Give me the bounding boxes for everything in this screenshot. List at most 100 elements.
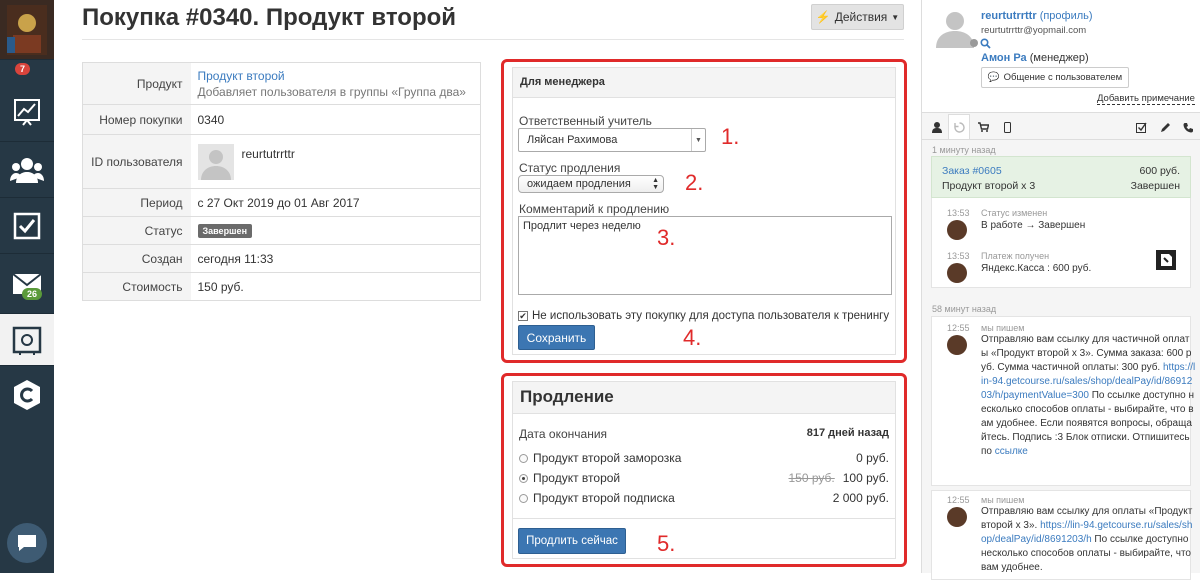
message-avatar [947, 507, 967, 527]
user-sidebar: reurtutrrttr (профиль) reurtutrrttr@yopm… [921, 0, 1200, 580]
renewal-panel-title: Продление [513, 382, 895, 414]
event-avatar [947, 263, 967, 283]
account-avatar[interactable] [0, 0, 54, 60]
number-label: Номер покупки [82, 104, 191, 135]
option-price: 2 000 руб. [832, 491, 889, 505]
event-title: Платеж получен [981, 251, 1050, 261]
radio-button-selected[interactable] [519, 474, 528, 483]
event-title: Статус изменен [981, 208, 1048, 218]
mail-badge: 26 [22, 288, 43, 300]
option-price: 100 руб. [842, 471, 889, 485]
phone-tab-icon[interactable] [1177, 118, 1199, 136]
purchase-info-table: Продукт Продукт второй Добавляет пользов… [82, 62, 481, 301]
user-tab-icon[interactable] [926, 118, 948, 136]
period-label: Период [82, 188, 191, 217]
comment-icon: 💬 [987, 72, 1000, 83]
profile-link[interactable]: (профиль) [1040, 10, 1093, 22]
cost-value: 150 руб. [190, 272, 481, 301]
message-time: 12:55 [947, 323, 970, 333]
feed-time-label: 1 минуту назад [932, 145, 996, 155]
product-link[interactable]: Продукт второй [198, 69, 285, 83]
event-avatar [947, 220, 967, 240]
product-label: Продукт [82, 62, 191, 105]
user-label: ID пользователя [82, 134, 191, 189]
history-tab-icon[interactable] [948, 114, 970, 139]
add-note-link[interactable]: Добавить примечание [1097, 93, 1195, 105]
created-label: Создан [82, 244, 191, 273]
stats-icon[interactable] [0, 82, 54, 142]
order-item: Продукт второй x 3 [942, 180, 1036, 192]
mail-icon[interactable] [0, 254, 54, 314]
cost-label: Стоимость [82, 272, 191, 301]
manager-panel-title: Для менеджера [513, 68, 895, 98]
save-button[interactable]: Сохранить [518, 325, 595, 350]
status-label: Статус [82, 216, 191, 245]
purchase-number: 0340 [190, 104, 481, 135]
message-author: мы пишем [981, 323, 1025, 333]
cart-tab-icon[interactable] [972, 118, 994, 136]
event-body: Яндекс.Касса : 600 руб. [981, 263, 1092, 274]
pencil-tab-icon[interactable] [1154, 118, 1176, 136]
renew-now-button[interactable]: Продлить сейчас [518, 528, 626, 554]
payment-provider-icon [1156, 250, 1176, 270]
page-title: Покупка #0340. Продукт второй [82, 4, 457, 31]
end-date-label: Дата окончания [519, 427, 608, 441]
profile-avatar[interactable] [932, 8, 978, 48]
caret-down-icon: ▼ [891, 12, 900, 22]
users-icon[interactable] [0, 142, 54, 198]
event-body: В работе → Завершен [981, 220, 1086, 231]
renewal-status-label: Статус продления [519, 161, 621, 175]
renewal-option[interactable]: Продукт второй заморозка [519, 451, 681, 465]
search-icon[interactable] [980, 38, 991, 52]
event-time: 13:53 [947, 251, 970, 261]
teacher-select[interactable]: Ляйсан Рахимова ▼ [518, 128, 706, 152]
comment-textarea[interactable]: Продлит через неделю [518, 216, 892, 295]
actions-button[interactable]: ⚡ Действия ▼ [811, 4, 904, 30]
manager-role: (менеджер) [1029, 52, 1089, 64]
checkbox-tab-icon[interactable] [1130, 118, 1152, 136]
end-date-value: 817 дней назад [806, 427, 889, 439]
mobile-tab-icon[interactable] [996, 118, 1018, 136]
notification-badge: 7 [15, 63, 31, 75]
unsubscribe-link[interactable]: ссылке [995, 446, 1028, 457]
radio-button[interactable] [519, 494, 528, 503]
profile-name[interactable]: reurtutrrttr [981, 10, 1037, 22]
tasks-icon[interactable] [0, 198, 54, 254]
annotation-4: 4. [683, 325, 702, 350]
radio-button[interactable] [519, 454, 528, 463]
no-access-label: Не использовать эту покупку для доступа … [532, 310, 890, 322]
event-time: 13:53 [947, 208, 970, 218]
renewal-panel-highlight: Продление Дата окончания 817 дней назад … [501, 373, 907, 567]
period-value: с 27 Окт 2019 до 01 Авг 2017 [190, 188, 481, 217]
product-description: Добавляет пользователя в группы «Группа … [197, 84, 466, 99]
created-value: сегодня 11:33 [190, 244, 481, 273]
old-price: 150 руб. [788, 471, 835, 485]
renewal-status-select[interactable]: ожидаем продления ▲ ▼ [518, 175, 664, 193]
order-link[interactable]: Заказ #0605 [942, 165, 1002, 177]
chat-bubble-icon[interactable] [7, 523, 47, 563]
renewal-option[interactable]: Продукт второй [519, 471, 620, 485]
annotation-1: 1. [721, 124, 740, 149]
user-name[interactable]: reurtutrrttr [242, 147, 295, 161]
order-status: Завершен [1130, 180, 1180, 192]
chat-with-user-button[interactable]: 💬 Общение с пользователем [981, 67, 1129, 88]
left-nav: 7 26 [0, 0, 54, 573]
manager-name[interactable]: Амон Ра [981, 52, 1027, 64]
safe-icon[interactable] [0, 314, 54, 366]
order-price: 600 руб. [1139, 165, 1180, 177]
profile-email: reurtutrrttr@yopmail.com [981, 25, 1087, 36]
renewal-option[interactable]: Продукт второй подписка [519, 491, 675, 505]
message-text: Отправляю вам ссылку для частичной оплат… [981, 334, 1196, 457]
title-divider [82, 39, 904, 40]
getcourse-icon[interactable] [0, 366, 54, 424]
annotation-3: 3. [657, 225, 676, 250]
status-badge: Завершен [197, 224, 253, 238]
bolt-icon: ⚡ [815, 10, 831, 24]
teacher-label: Ответственный учитель [519, 114, 652, 128]
no-access-checkbox[interactable]: ✔ [518, 311, 528, 321]
updown-arrows-icon: ▲ ▼ [652, 177, 659, 191]
message-author: мы пишем [981, 495, 1025, 505]
order-card[interactable]: Заказ #0605 600 руб. Продукт второй x 3 … [931, 156, 1191, 198]
renewal-divider [512, 518, 896, 519]
user-avatar[interactable] [197, 143, 234, 180]
